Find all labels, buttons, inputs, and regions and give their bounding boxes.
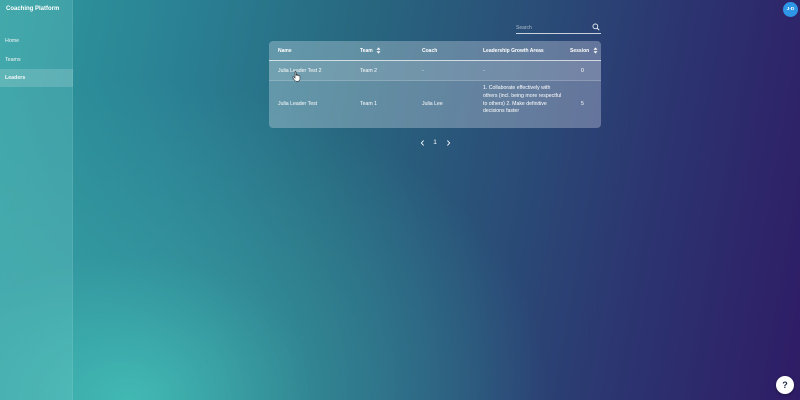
page-number[interactable]: 1 [432,138,438,148]
cell-growth-areas: 1. Collaborate effectively with others (… [483,85,562,115]
column-header-team[interactable]: Team [360,41,381,61]
user-avatar[interactable]: J-D [783,2,798,17]
column-header-coach: Coach [422,48,438,54]
chevron-right-icon [446,140,450,146]
table-row[interactable]: Julia Leader Test Team 1 Julia Lee 1. Co… [269,81,601,128]
help-button[interactable]: ? [776,376,794,394]
sidebar-item-home[interactable]: Home [0,32,73,50]
app-brand: Coaching Platform [6,6,60,12]
cell-team: Team 1 [360,101,378,107]
column-header-name: Name [278,48,292,54]
sort-icon[interactable] [593,47,598,54]
search-icon[interactable] [592,23,600,31]
sort-icon[interactable] [376,47,381,54]
cell-coach: - [422,68,424,74]
chevron-left-icon [420,140,424,146]
cell-growth-areas: - [483,68,485,74]
hand-cursor-icon [292,71,301,82]
leaders-table: Name Team Coach Leadership Growth Areas … [269,41,601,128]
sidebar-item-teams[interactable]: Teams [0,51,73,69]
cell-session: 0 [581,68,584,74]
table-row[interactable]: Julia Leader Test 2 Team 2 - - 0 [269,61,601,81]
cell-coach: Julia Lee [422,101,443,107]
column-header-session[interactable]: Session [570,41,598,61]
next-page-button[interactable] [444,138,452,148]
sidebar: Coaching Platform Home Teams Leaders [0,0,73,400]
cell-team: Team 2 [360,68,378,74]
search-input[interactable] [516,22,588,33]
cell-session: 5 [581,101,584,107]
column-header-growth-areas: Leadership Growth Areas [483,48,544,54]
cell-name[interactable]: Julia Leader Test [278,101,317,107]
prev-page-button[interactable] [418,138,426,148]
sidebar-item-leaders[interactable]: Leaders [0,69,73,87]
table-header: Name Team Coach Leadership Growth Areas … [269,41,601,61]
search-box [516,21,601,34]
